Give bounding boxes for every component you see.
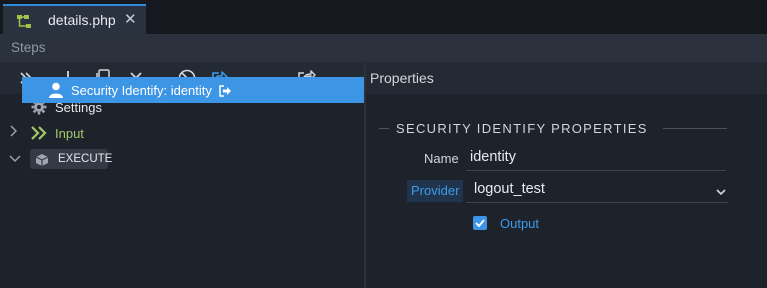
tree-item-input[interactable]: Input — [0, 120, 364, 146]
output-label[interactable]: Output — [500, 216, 539, 231]
chevron-down-icon[interactable] — [715, 184, 727, 202]
logout-icon — [219, 84, 233, 102]
properties-panel-title: Properties — [370, 70, 434, 86]
provider-select[interactable]: logout_test — [474, 181, 545, 197]
tree-label-input: Input — [55, 126, 84, 141]
tree-item-execute[interactable]: EXECUTE — [0, 146, 364, 172]
input-arrows-icon — [30, 126, 48, 145]
tree-label-security-identify: Security Identify: identity — [71, 83, 212, 98]
chevron-down-icon[interactable] — [9, 152, 21, 166]
section-title: SECURITY IDENTIFY PROPERTIES — [396, 121, 648, 136]
steps-panel-title: Steps — [11, 40, 46, 55]
checkmark-icon — [475, 219, 485, 227]
tree-item-security-identify[interactable]: Security Identify: identity — [22, 77, 364, 103]
tab-details-php[interactable]: details.php ✕ — [3, 4, 146, 34]
properties-panel-header: Properties — [366, 62, 767, 94]
steps-panel-header: Steps — [0, 34, 364, 62]
output-checkbox[interactable] — [473, 216, 487, 230]
section-divider-right — [663, 128, 727, 129]
name-label: Name — [424, 151, 459, 166]
server-connect-file-icon — [17, 14, 37, 35]
app-window: details.php ✕ Steps ··· — [0, 0, 767, 288]
tree-label-execute: EXECUTE — [58, 153, 113, 165]
tab-label: details.php — [48, 12, 116, 28]
provider-select-underline — [466, 202, 728, 203]
section-divider-left — [379, 128, 389, 129]
properties-top-bar — [366, 34, 767, 62]
editor-tab-bar: details.php ✕ — [0, 0, 767, 34]
name-input[interactable]: identity — [470, 149, 516, 165]
chevron-right-icon[interactable] — [9, 125, 18, 140]
cube-icon — [35, 153, 49, 172]
provider-label[interactable]: Provider — [407, 180, 464, 202]
name-input-underline — [466, 170, 726, 171]
user-icon — [48, 82, 64, 103]
close-tab-icon[interactable]: ✕ — [124, 10, 137, 28]
